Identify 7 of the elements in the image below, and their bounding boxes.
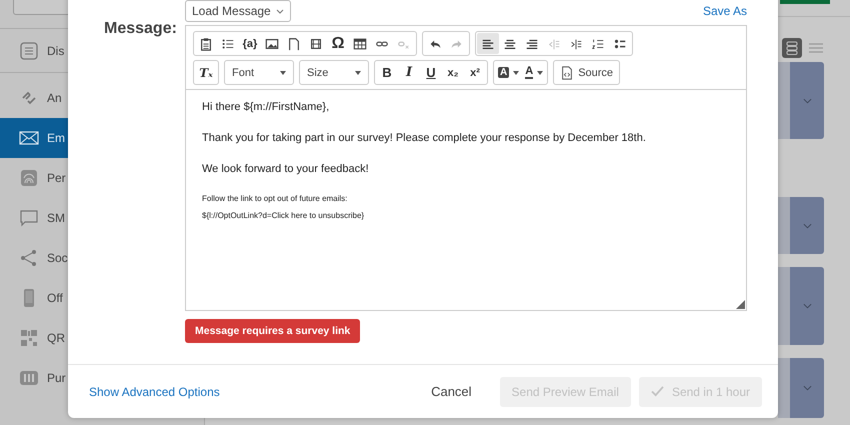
message-text: Hi there ${m://FirstName},	[202, 101, 330, 113]
warning-badge: Message requires a survey link	[185, 319, 360, 343]
message-text: Thank you for taking part in our survey! Please complete your response by December 18th.	[202, 132, 647, 144]
message-text: Follow the link to opt out of future emails:	[202, 194, 348, 203]
field-label: Message:	[104, 19, 178, 39]
message-text: ${l://OptOutLink?d=Click here to unsubscribe}	[202, 211, 366, 220]
message-text: We look forward to your feedback!	[202, 163, 370, 175]
